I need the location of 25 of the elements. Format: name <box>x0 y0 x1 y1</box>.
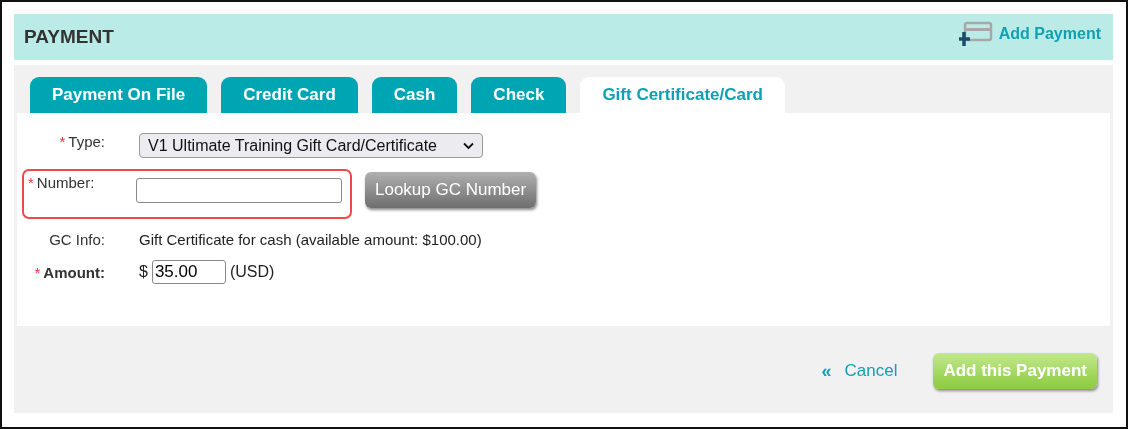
cancel-link[interactable]: « Cancel <box>821 360 898 382</box>
field-label: Amount: <box>43 264 105 281</box>
amount-field[interactable]: 35.00 <box>151 260 226 284</box>
tab[interactable]: Payment On File <box>30 77 208 113</box>
tab[interactable]: Gift Certificate/Card <box>580 77 785 113</box>
lookup-button[interactable]: Lookup GC Number <box>365 172 537 208</box>
field-label: Number: <box>36 174 95 193</box>
currency-symbol: $ <box>139 263 148 281</box>
add-payment-button[interactable]: Add this Payment <box>933 353 1097 389</box>
required-mark: * <box>28 174 34 193</box>
field-label: Type: <box>68 133 105 150</box>
add-payment-link[interactable]: Add Payment <box>958 21 1101 47</box>
chevron-down-icon <box>463 141 474 150</box>
required-mark: * <box>59 133 66 150</box>
number-field[interactable] <box>136 178 342 203</box>
add-card-icon <box>958 21 993 47</box>
tab[interactable]: Credit Card <box>221 77 358 113</box>
type-dropdown[interactable]: V1 Ultimate Training Gift Card/Certificate <box>139 133 483 158</box>
tab[interactable]: Check <box>471 77 567 113</box>
section-title: PAYMENT <box>24 26 114 48</box>
required-mark: * <box>34 264 41 281</box>
tab[interactable]: Cash <box>371 77 458 113</box>
field-label: GC Info: <box>49 231 105 248</box>
currency-code: (USD) <box>229 263 275 281</box>
gc-info-text: Gift Certificate for cash (available amount: $100.00) <box>139 231 483 248</box>
